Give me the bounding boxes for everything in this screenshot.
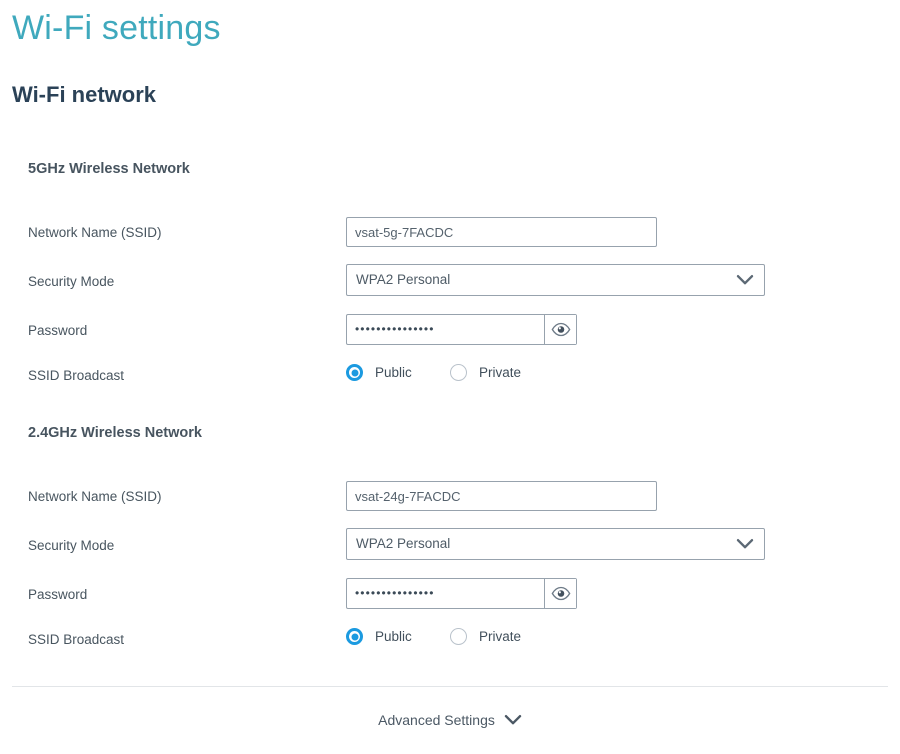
chevron-down-icon xyxy=(736,273,754,287)
radio-public-5ghz[interactable]: Public xyxy=(346,364,412,381)
advanced-settings-toggle[interactable]: Advanced Settings xyxy=(0,712,900,728)
chevron-down-icon xyxy=(504,713,522,727)
radio-indicator-unselected xyxy=(450,628,467,645)
ssid-input-5ghz[interactable] xyxy=(346,217,657,247)
ssid-input-24ghz[interactable] xyxy=(346,481,657,511)
password-value-24ghz: ••••••••••••••• xyxy=(355,579,540,608)
security-mode-value-5ghz: WPA2 Personal xyxy=(356,265,450,295)
radio-label-public-5ghz: Public xyxy=(375,365,412,380)
password-field-24ghz[interactable]: ••••••••••••••• xyxy=(346,578,577,609)
footer-divider xyxy=(12,686,888,687)
radio-indicator-selected xyxy=(346,628,363,645)
wifi-settings-page: Wi-Fi settings Wi-Fi network 5GHz Wirele… xyxy=(0,0,900,754)
security-mode-select-5ghz[interactable]: WPA2 Personal xyxy=(346,264,765,296)
band-heading-24ghz: 2.4GHz Wireless Network xyxy=(28,425,202,441)
radio-label-private-5ghz: Private xyxy=(479,365,521,380)
security-mode-value-24ghz: WPA2 Personal xyxy=(356,529,450,559)
label-security-mode-24ghz: Security Mode xyxy=(28,538,114,553)
radio-private-24ghz[interactable]: Private xyxy=(450,628,521,645)
radio-indicator-selected xyxy=(346,364,363,381)
password-field-5ghz[interactable]: ••••••••••••••• xyxy=(346,314,577,345)
advanced-settings-label: Advanced Settings xyxy=(378,712,495,728)
radio-label-public-24ghz: Public xyxy=(375,629,412,644)
radio-public-24ghz[interactable]: Public xyxy=(346,628,412,645)
security-mode-select-24ghz[interactable]: WPA2 Personal xyxy=(346,528,765,560)
radio-private-5ghz[interactable]: Private xyxy=(450,364,521,381)
label-ssid-broadcast-5ghz: SSID Broadcast xyxy=(28,368,124,383)
password-value-5ghz: ••••••••••••••• xyxy=(355,315,540,344)
band-heading-5ghz: 5GHz Wireless Network xyxy=(28,161,190,177)
radio-indicator-unselected xyxy=(450,364,467,381)
chevron-down-icon xyxy=(736,537,754,551)
label-ssid-5ghz: Network Name (SSID) xyxy=(28,225,162,240)
label-password-5ghz: Password xyxy=(28,323,87,338)
label-security-mode-5ghz: Security Mode xyxy=(28,274,114,289)
radio-label-private-24ghz: Private xyxy=(479,629,521,644)
page-title: Wi-Fi settings xyxy=(12,6,221,50)
eye-icon[interactable] xyxy=(544,315,576,344)
label-password-24ghz: Password xyxy=(28,587,87,602)
section-heading-wifi-network: Wi-Fi network xyxy=(12,80,156,110)
label-ssid-broadcast-24ghz: SSID Broadcast xyxy=(28,632,124,647)
label-ssid-24ghz: Network Name (SSID) xyxy=(28,489,162,504)
eye-icon[interactable] xyxy=(544,579,576,608)
